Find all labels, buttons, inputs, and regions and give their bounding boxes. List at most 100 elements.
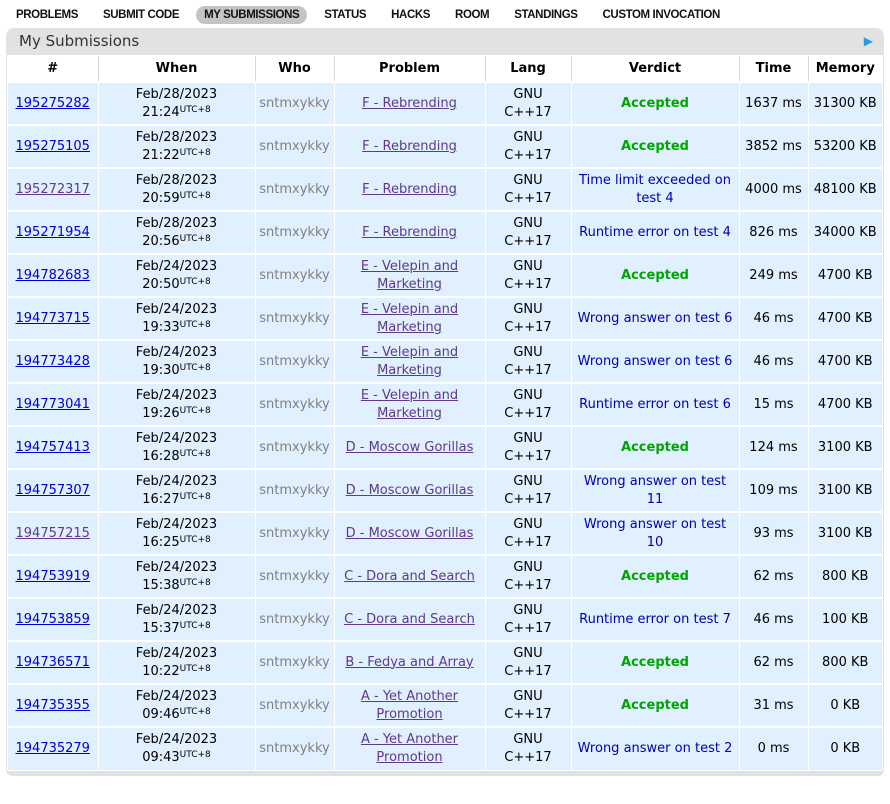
header-who: Who — [255, 56, 334, 82]
cell-memory: 3100 KB — [808, 469, 882, 512]
exec-time: 3852 ms — [745, 139, 802, 154]
verdict-text: Wrong answer on test 11 — [584, 474, 726, 507]
header-id: # — [8, 56, 98, 82]
submission-id-link[interactable]: 194735279 — [16, 741, 90, 756]
cell-verdict: Runtime error on test 4 — [571, 211, 739, 254]
submission-time: 15:38UTC+8 — [102, 577, 252, 595]
nav-item-submit-code[interactable]: SUBMIT CODE — [95, 6, 187, 24]
timezone-label: UTC+8 — [180, 105, 211, 115]
submission-id-link[interactable]: 194773715 — [16, 311, 90, 326]
timezone-label: UTC+8 — [180, 234, 211, 244]
submission-id-link[interactable]: 194753919 — [16, 569, 90, 584]
lang-label: GNU C++17 — [502, 387, 554, 422]
who-handle: sntmxykky — [259, 612, 329, 627]
problem-link[interactable]: F - Rebrending — [362, 225, 457, 240]
table-row: 194757215 Feb/24/2023 16:25UTC+8 sntmxyk… — [8, 512, 882, 555]
nav-item-hacks[interactable]: HACKS — [383, 6, 438, 24]
cell-who: sntmxykky — [255, 297, 334, 340]
problem-link[interactable]: A - Yet Another Promotion — [361, 689, 458, 722]
nav-item-problems[interactable]: PROBLEMS — [8, 6, 86, 24]
cell-memory: 3100 KB — [808, 512, 882, 555]
memory-used: 800 KB — [822, 655, 868, 670]
nav-item-standings[interactable]: STANDINGS — [506, 6, 585, 24]
who-handle: sntmxykky — [259, 182, 329, 197]
problem-link[interactable]: C - Dora and Search — [344, 569, 475, 584]
cell-lang: GNU C++17 — [485, 598, 571, 641]
submission-id-link[interactable]: 194735355 — [16, 698, 90, 713]
submission-id-link[interactable]: 194782683 — [16, 268, 90, 283]
table-row: 195275105 Feb/28/2023 21:22UTC+8 sntmxyk… — [8, 125, 882, 168]
cell-who: sntmxykky — [255, 125, 334, 168]
cell-problem: C - Dora and Search — [334, 555, 485, 598]
cell-when: Feb/24/2023 15:37UTC+8 — [98, 598, 255, 641]
cell-memory: 100 KB — [808, 598, 882, 641]
submission-time: 21:24UTC+8 — [102, 104, 252, 122]
lang-label: GNU C++17 — [502, 301, 554, 336]
submission-date: Feb/24/2023 — [102, 344, 252, 362]
problem-link[interactable]: D - Moscow Gorillas — [346, 526, 474, 541]
problem-link[interactable]: C - Dora and Search — [344, 612, 475, 627]
cell-id: 194773041 — [8, 383, 98, 426]
lang-label: GNU C++17 — [502, 86, 554, 121]
header-verdict: Verdict — [571, 56, 739, 82]
cell-time: 826 ms — [739, 211, 808, 254]
cell-who: sntmxykky — [255, 512, 334, 555]
nav-item-custom-invocation[interactable]: CUSTOM INVOCATION — [595, 6, 728, 24]
cell-id: 194782683 — [8, 254, 98, 297]
verdict-text: Runtime error on test 7 — [579, 612, 731, 627]
cell-lang: GNU C++17 — [485, 555, 571, 598]
nav-item-status[interactable]: STATUS — [316, 6, 374, 24]
cell-memory: 31300 KB — [808, 82, 882, 125]
submission-time: 20:50UTC+8 — [102, 276, 252, 294]
lang-label: GNU C++17 — [502, 602, 554, 637]
verdict-text: Runtime error on test 4 — [579, 225, 731, 240]
memory-used: 4700 KB — [818, 311, 873, 326]
submission-id-link[interactable]: 194757215 — [16, 526, 90, 541]
nav-item-my-submissions[interactable]: MY SUBMISSIONS — [196, 6, 307, 24]
problem-link[interactable]: A - Yet Another Promotion — [361, 732, 458, 765]
problem-link[interactable]: D - Moscow Gorillas — [346, 440, 474, 455]
cell-problem: C - Dora and Search — [334, 598, 485, 641]
submission-time: 16:27UTC+8 — [102, 491, 252, 509]
expand-arrow-icon[interactable]: ▶ — [864, 28, 873, 55]
problem-link[interactable]: E - Velepin and Marketing — [361, 302, 458, 335]
submission-id-link[interactable]: 194736571 — [16, 655, 90, 670]
who-handle: sntmxykky — [259, 139, 329, 154]
who-handle: sntmxykky — [259, 311, 329, 326]
problem-link[interactable]: E - Velepin and Marketing — [361, 259, 458, 292]
cell-memory: 0 KB — [808, 727, 882, 770]
submission-id-link[interactable]: 195275282 — [16, 96, 90, 111]
submission-id-link[interactable]: 195275105 — [16, 139, 90, 154]
submission-id-link[interactable]: 194753859 — [16, 612, 90, 627]
problem-link[interactable]: F - Rebrending — [362, 96, 457, 111]
submission-time: 20:59UTC+8 — [102, 190, 252, 208]
table-row: 195271954 Feb/28/2023 20:56UTC+8 sntmxyk… — [8, 211, 882, 254]
submission-id-link[interactable]: 194773428 — [16, 354, 90, 369]
submission-id-link[interactable]: 195272317 — [16, 182, 90, 197]
submission-id-link[interactable]: 194773041 — [16, 397, 90, 412]
submission-id-link[interactable]: 195271954 — [16, 225, 90, 240]
cell-id: 195271954 — [8, 211, 98, 254]
cell-memory: 3100 KB — [808, 426, 882, 469]
problem-link[interactable]: D - Moscow Gorillas — [346, 483, 474, 498]
lang-label: GNU C++17 — [502, 215, 554, 250]
timezone-label: UTC+8 — [180, 664, 211, 674]
problem-link[interactable]: F - Rebrending — [362, 139, 457, 154]
nav-item-room[interactable]: ROOM — [447, 6, 497, 24]
submission-id-link[interactable]: 194757413 — [16, 440, 90, 455]
problem-link[interactable]: E - Velepin and Marketing — [361, 388, 458, 421]
problem-link[interactable]: B - Fedya and Array — [345, 655, 473, 670]
verdict-text: Accepted — [621, 139, 689, 154]
cell-when: Feb/24/2023 20:50UTC+8 — [98, 254, 255, 297]
cell-when: Feb/28/2023 21:24UTC+8 — [98, 82, 255, 125]
timezone-label: UTC+8 — [180, 148, 211, 158]
lang-label: GNU C++17 — [502, 172, 554, 207]
problem-link[interactable]: E - Velepin and Marketing — [361, 345, 458, 378]
cell-who: sntmxykky — [255, 426, 334, 469]
submission-id-link[interactable]: 194757307 — [16, 483, 90, 498]
lang-label: GNU C++17 — [502, 731, 554, 766]
cell-memory: 4700 KB — [808, 297, 882, 340]
who-handle: sntmxykky — [259, 96, 329, 111]
submission-date: Feb/24/2023 — [102, 602, 252, 620]
problem-link[interactable]: F - Rebrending — [362, 182, 457, 197]
